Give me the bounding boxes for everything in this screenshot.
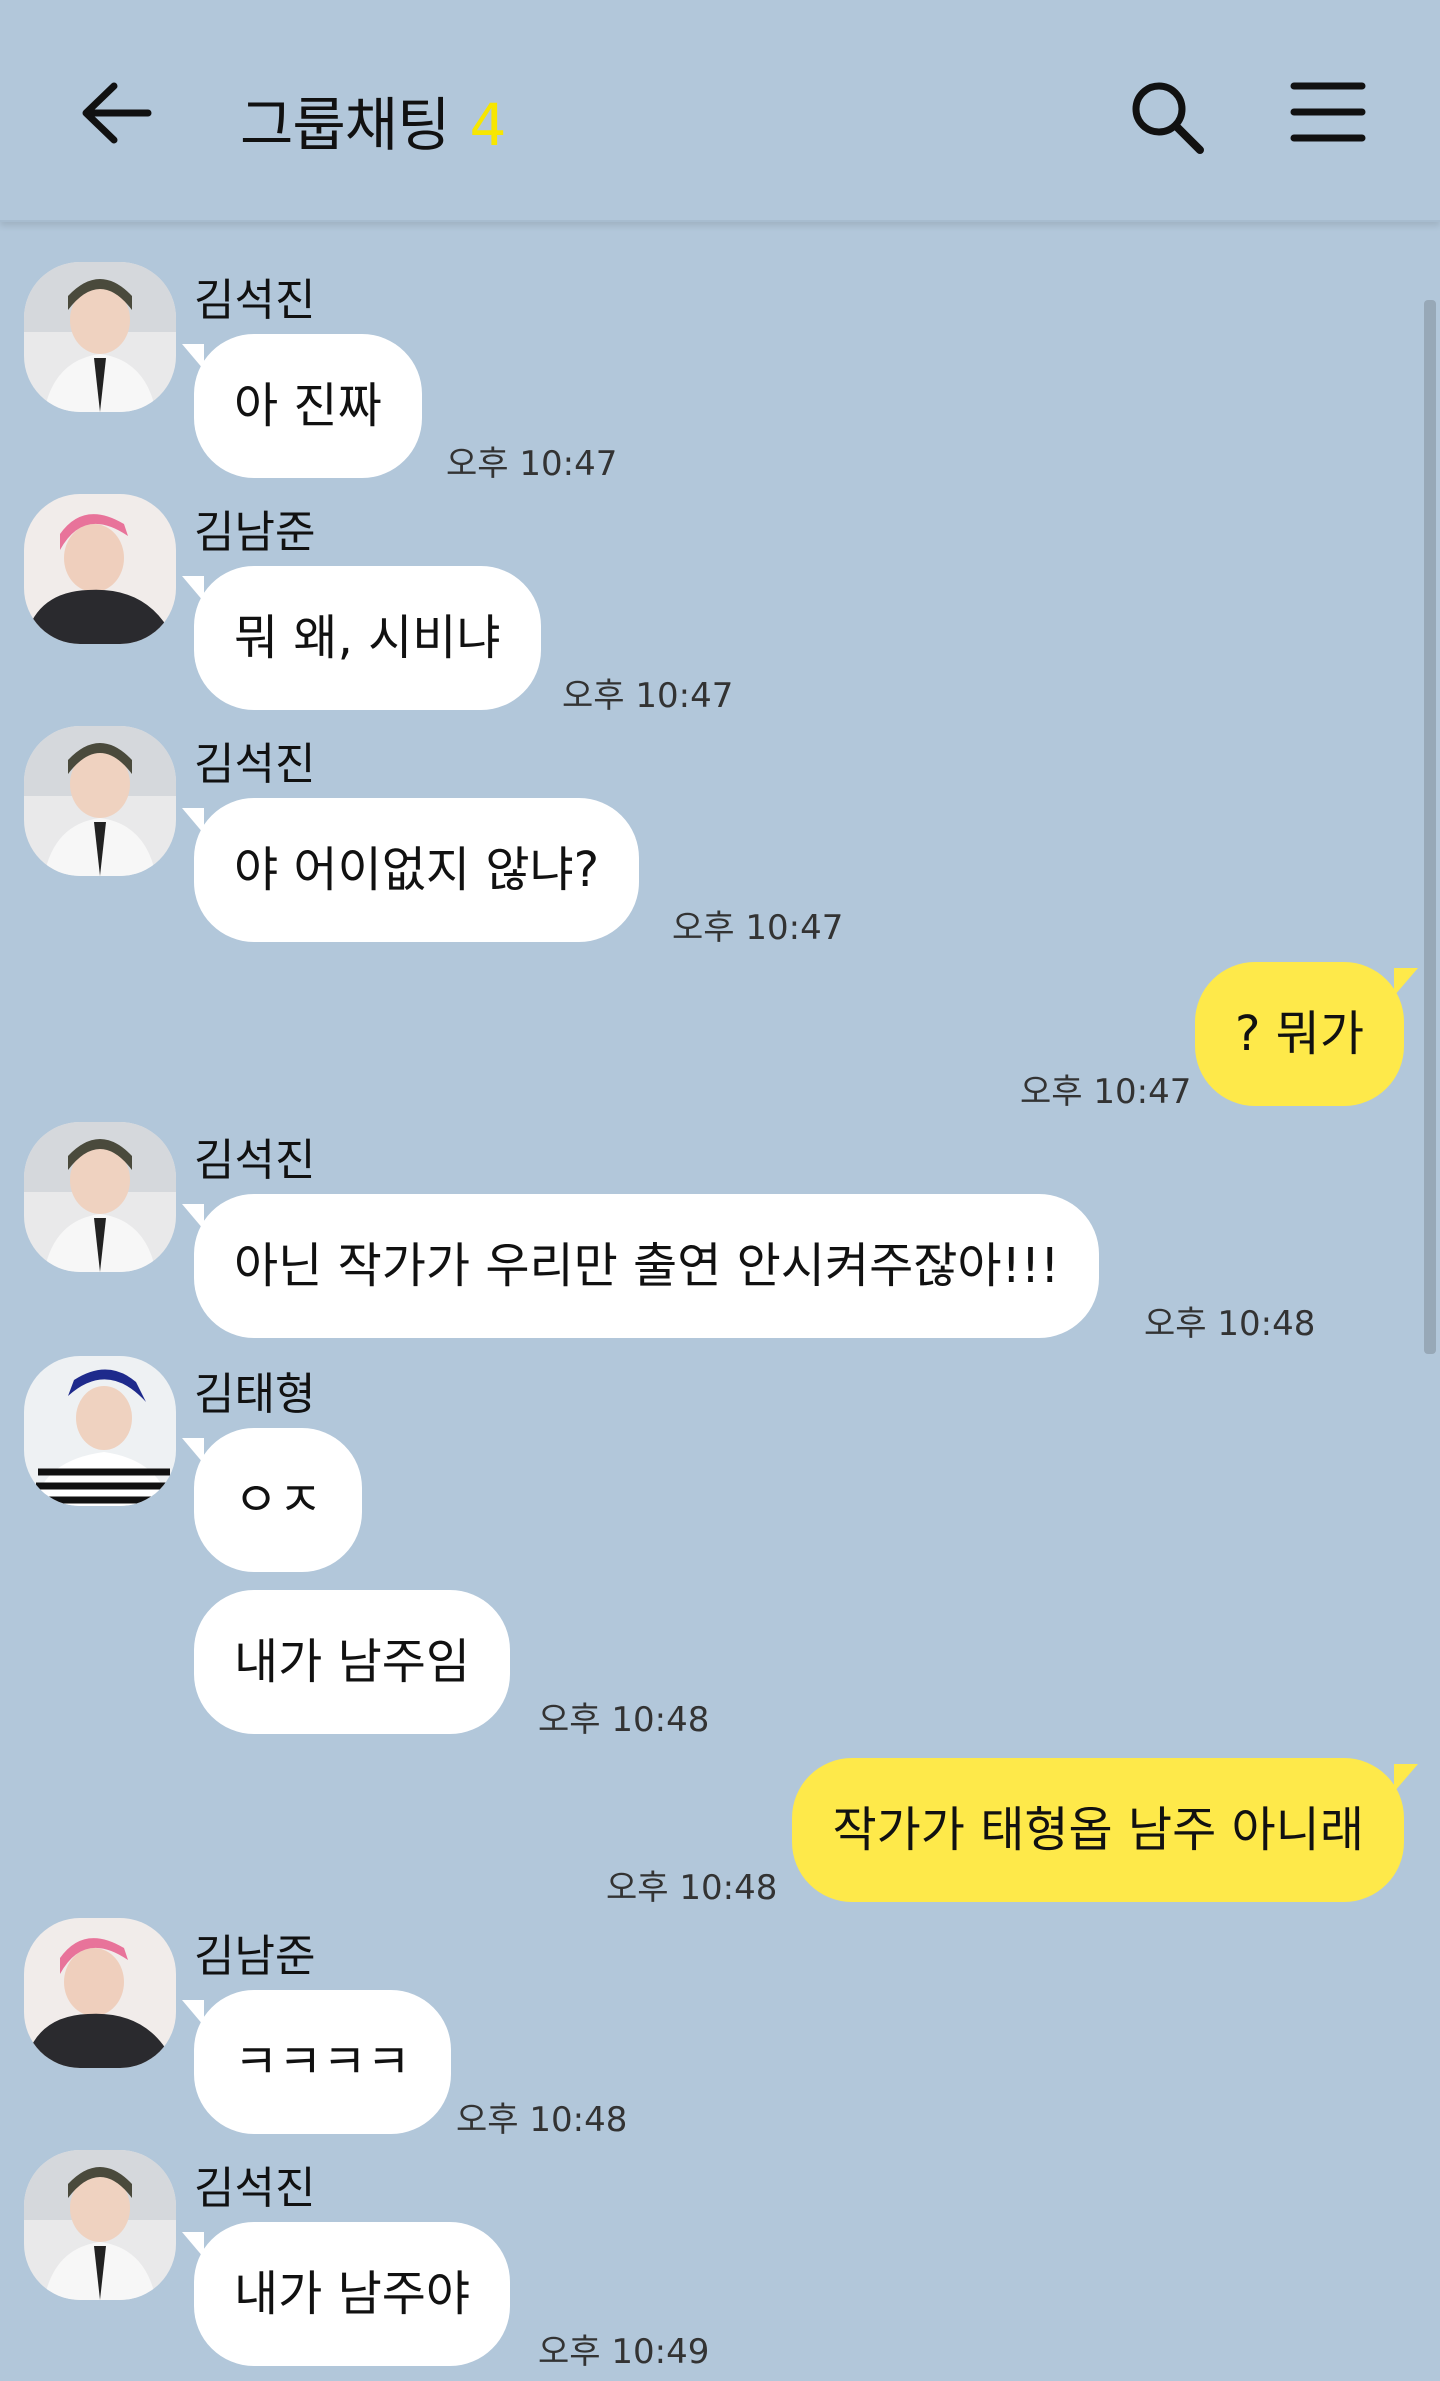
message-time: 오후 10:49 <box>538 2332 710 2372</box>
message-bubble[interactable]: ㅇㅈ <box>181 1428 363 1572</box>
message-bubble[interactable]: 뭐 왜, 시비냐 <box>182 566 541 710</box>
avatar-jin[interactable] <box>24 262 176 412</box>
avatar-namjoon[interactable] <box>24 494 176 644</box>
header-bar: 그룹채팅 4 <box>0 0 1440 222</box>
search-icon <box>1132 82 1204 154</box>
member-count: 4 <box>469 91 506 159</box>
sender-name: 김석진 <box>194 2163 316 2214</box>
sender-name: 김석진 <box>194 1135 316 1186</box>
back-button[interactable] <box>78 78 156 148</box>
avatar-taehyung[interactable] <box>24 1356 176 1506</box>
message-time: 오후 10:48 <box>538 1700 710 1740</box>
message-bubble[interactable]: 내가 남주임 <box>194 1590 511 1734</box>
message-time: 오후 10:47 <box>446 444 618 484</box>
avatar-namjoon[interactable] <box>24 1918 176 2068</box>
message-time: 오후 10:48 <box>606 1868 778 1908</box>
message-bubble[interactable]: 야 어이없지 않냐? <box>181 798 640 942</box>
message-time: 오후 10:47 <box>672 908 844 948</box>
menu-icon <box>1290 82 1366 142</box>
sender-name: 김석진 <box>194 739 316 790</box>
arrow-left-icon <box>82 82 152 144</box>
avatar-jin[interactable] <box>24 726 176 876</box>
message-bubble[interactable]: ㅋㅋㅋㅋ <box>182 1990 451 2134</box>
message-bubble[interactable]: 아 진짜 <box>182 334 422 478</box>
message-time: 오후 10:48 <box>1144 1304 1316 1344</box>
sender-name: 김남준 <box>194 507 316 558</box>
message-time: 오후 10:47 <box>562 676 734 716</box>
my-message-bubble[interactable]: ? 뭐가 <box>1194 962 1419 1106</box>
sender-name: 김석진 <box>194 275 316 326</box>
message-bubble[interactable]: 아닌 작가가 우리만 출연 안시켜주잖아!!! <box>181 1194 1100 1338</box>
my-message-bubble[interactable]: 작가가 태형옵 남주 아니래 <box>792 1758 1418 1902</box>
menu-button[interactable] <box>1290 80 1366 144</box>
chat-name: 그룹채팅 <box>240 91 450 159</box>
avatar-jin[interactable] <box>24 1122 176 1272</box>
message-time: 오후 10:47 <box>1020 1072 1192 1112</box>
chat-title: 그룹채팅 4 <box>240 78 506 162</box>
chat-scrollbar[interactable] <box>1424 300 1436 1354</box>
message-bubble[interactable]: 내가 남주야 <box>181 2222 511 2366</box>
search-button[interactable] <box>1128 78 1206 156</box>
avatar-jin[interactable] <box>24 2150 176 2300</box>
sender-name: 김남준 <box>194 1931 316 1982</box>
sender-name: 김태형 <box>194 1369 316 1420</box>
message-time: 오후 10:48 <box>456 2100 628 2140</box>
